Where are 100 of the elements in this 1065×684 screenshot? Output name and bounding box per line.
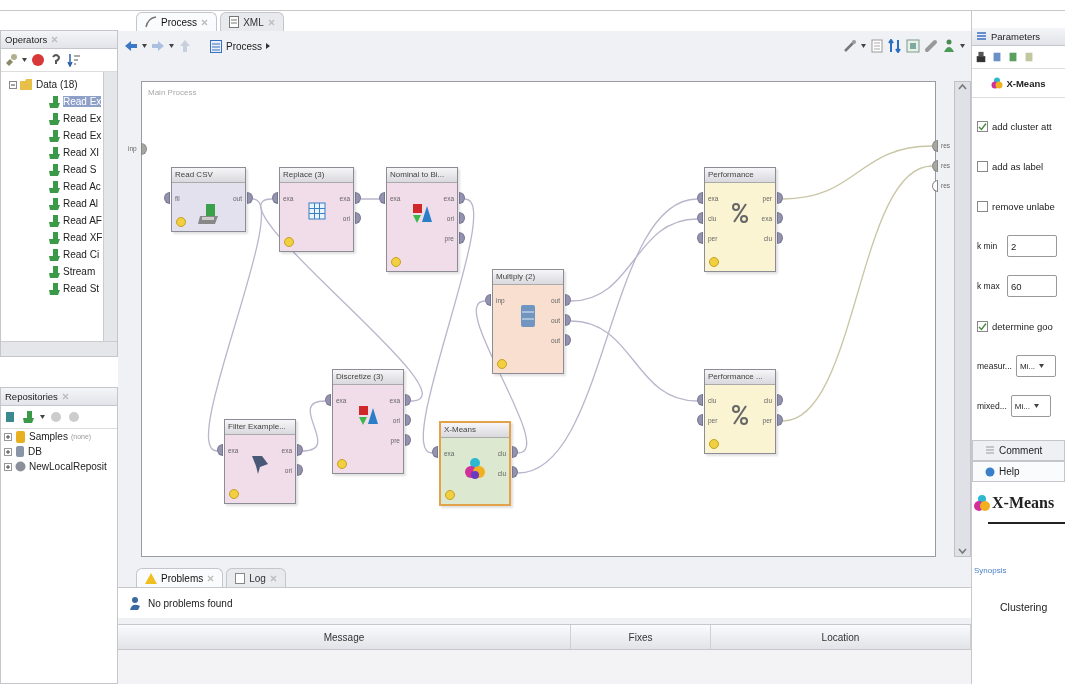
output-port[interactable] bbox=[777, 232, 783, 244]
caret-icon[interactable] bbox=[960, 44, 965, 48]
input-port[interactable] bbox=[217, 444, 223, 456]
output-port[interactable] bbox=[247, 192, 253, 204]
column-header[interactable]: Fixes bbox=[571, 625, 711, 649]
tree-item[interactable]: Read Ac bbox=[63, 181, 101, 192]
panel-tab[interactable]: Problems bbox=[136, 568, 224, 587]
output-port[interactable] bbox=[459, 212, 465, 224]
output-port[interactable] bbox=[777, 212, 783, 224]
expand-icon[interactable] bbox=[4, 447, 12, 456]
caret-icon[interactable] bbox=[22, 58, 27, 62]
panel-tab[interactable]: Log bbox=[226, 568, 286, 587]
output-port[interactable] bbox=[512, 446, 518, 458]
panel-tab[interactable]: Operators bbox=[1, 31, 117, 49]
sort-icon[interactable] bbox=[67, 53, 81, 67]
input-port[interactable] bbox=[272, 192, 278, 204]
scrollbar[interactable] bbox=[103, 72, 117, 341]
output-port[interactable] bbox=[777, 394, 783, 406]
output-port[interactable] bbox=[459, 192, 465, 204]
output-port[interactable] bbox=[297, 464, 303, 476]
tree-item[interactable]: Read Ex bbox=[63, 130, 102, 141]
output-port[interactable] bbox=[405, 394, 411, 406]
list-icon bbox=[976, 31, 987, 42]
output-port[interactable] bbox=[777, 414, 783, 426]
checkbox[interactable] bbox=[977, 120, 988, 132]
process-port[interactable] bbox=[932, 140, 938, 152]
output-port[interactable] bbox=[459, 232, 465, 244]
repository-item[interactable]: Samples bbox=[29, 431, 68, 442]
editor-tab[interactable]: Process bbox=[136, 12, 218, 31]
output-port[interactable] bbox=[565, 334, 571, 346]
arrows-icon[interactable] bbox=[888, 39, 902, 53]
panel-tab[interactable]: Repositories bbox=[1, 388, 117, 406]
checkbox[interactable] bbox=[977, 200, 988, 212]
input-port[interactable] bbox=[164, 192, 170, 204]
checkbox[interactable] bbox=[977, 160, 988, 172]
tree-item[interactable]: Read S bbox=[63, 164, 97, 175]
process-port[interactable] bbox=[932, 180, 938, 192]
tree-item[interactable]: Read XF bbox=[63, 232, 103, 243]
help-text: Clustering bbox=[1000, 601, 1049, 613]
grid-icon[interactable] bbox=[906, 39, 920, 53]
input-port[interactable] bbox=[697, 414, 703, 426]
checkbox[interactable] bbox=[977, 320, 988, 332]
process-port[interactable] bbox=[141, 143, 147, 155]
output-port[interactable] bbox=[355, 212, 361, 224]
tree-item[interactable]: Read XI bbox=[63, 147, 100, 158]
output-port[interactable] bbox=[777, 192, 783, 204]
output-port[interactable] bbox=[405, 434, 411, 446]
scrollbar[interactable] bbox=[1, 341, 117, 356]
input-port[interactable] bbox=[325, 394, 331, 406]
caret-icon[interactable] bbox=[169, 44, 174, 48]
panel-tab[interactable]: Parameters bbox=[972, 28, 1065, 46]
caret-icon[interactable] bbox=[40, 415, 45, 419]
input-port[interactable] bbox=[485, 294, 491, 306]
caret-icon[interactable] bbox=[142, 44, 147, 48]
column-header[interactable]: Message bbox=[118, 625, 571, 649]
input-port[interactable] bbox=[697, 394, 703, 406]
repository-item[interactable]: NewLocalReposit bbox=[29, 461, 107, 472]
input-port[interactable] bbox=[379, 192, 385, 204]
operator-icon[interactable] bbox=[22, 410, 36, 424]
page-icon[interactable] bbox=[1007, 50, 1019, 64]
stop-icon[interactable] bbox=[31, 53, 45, 67]
panel-tab[interactable]: Help bbox=[972, 461, 1065, 482]
output-port[interactable] bbox=[355, 192, 361, 204]
breadcrumb-link[interactable]: Process bbox=[226, 40, 263, 52]
process-port[interactable] bbox=[932, 160, 938, 172]
tree-item[interactable]: Read AF bbox=[63, 215, 102, 226]
input-port[interactable] bbox=[697, 192, 703, 204]
back-arrow-icon[interactable] bbox=[124, 39, 138, 53]
input-field[interactable]: 2 bbox=[1007, 235, 1057, 257]
tree-item[interactable]: Read Ex bbox=[63, 113, 102, 124]
wand-icon[interactable] bbox=[843, 39, 857, 53]
process-icon[interactable] bbox=[210, 39, 222, 53]
dropdown[interactable]: Mi... bbox=[1010, 395, 1051, 417]
question-icon[interactable] bbox=[49, 53, 63, 67]
tree-item[interactable]: Read St bbox=[63, 283, 100, 294]
operator-icon bbox=[49, 146, 60, 159]
dropdown[interactable]: Mi... bbox=[1015, 355, 1056, 377]
expand-icon[interactable] bbox=[4, 432, 12, 441]
panel-tab[interactable]: Comment bbox=[972, 440, 1065, 461]
caret-icon[interactable] bbox=[266, 43, 271, 49]
tree-item[interactable]: Stream bbox=[63, 266, 96, 277]
column-header[interactable]: Location bbox=[711, 625, 971, 649]
repository-item[interactable]: DB bbox=[28, 446, 42, 457]
editor-tab[interactable]: XML bbox=[220, 12, 284, 31]
scrollbar[interactable] bbox=[954, 81, 971, 557]
tree-item[interactable]: Data (18) bbox=[36, 79, 78, 90]
output-port[interactable] bbox=[405, 414, 411, 426]
input-port[interactable] bbox=[432, 446, 438, 458]
output-port[interactable] bbox=[565, 294, 571, 306]
output-port[interactable] bbox=[297, 444, 303, 456]
tree-item[interactable]: Read Ci bbox=[63, 249, 100, 260]
input-port[interactable] bbox=[697, 232, 703, 244]
output-port[interactable] bbox=[512, 466, 518, 478]
caret-icon[interactable] bbox=[861, 44, 866, 48]
expand-icon[interactable] bbox=[4, 462, 12, 471]
input-field[interactable]: 60 bbox=[1007, 275, 1057, 297]
collapse-icon[interactable] bbox=[9, 80, 17, 89]
input-port[interactable] bbox=[697, 212, 703, 224]
output-port[interactable] bbox=[565, 314, 571, 326]
tree-item[interactable]: Read Al bbox=[63, 198, 99, 209]
